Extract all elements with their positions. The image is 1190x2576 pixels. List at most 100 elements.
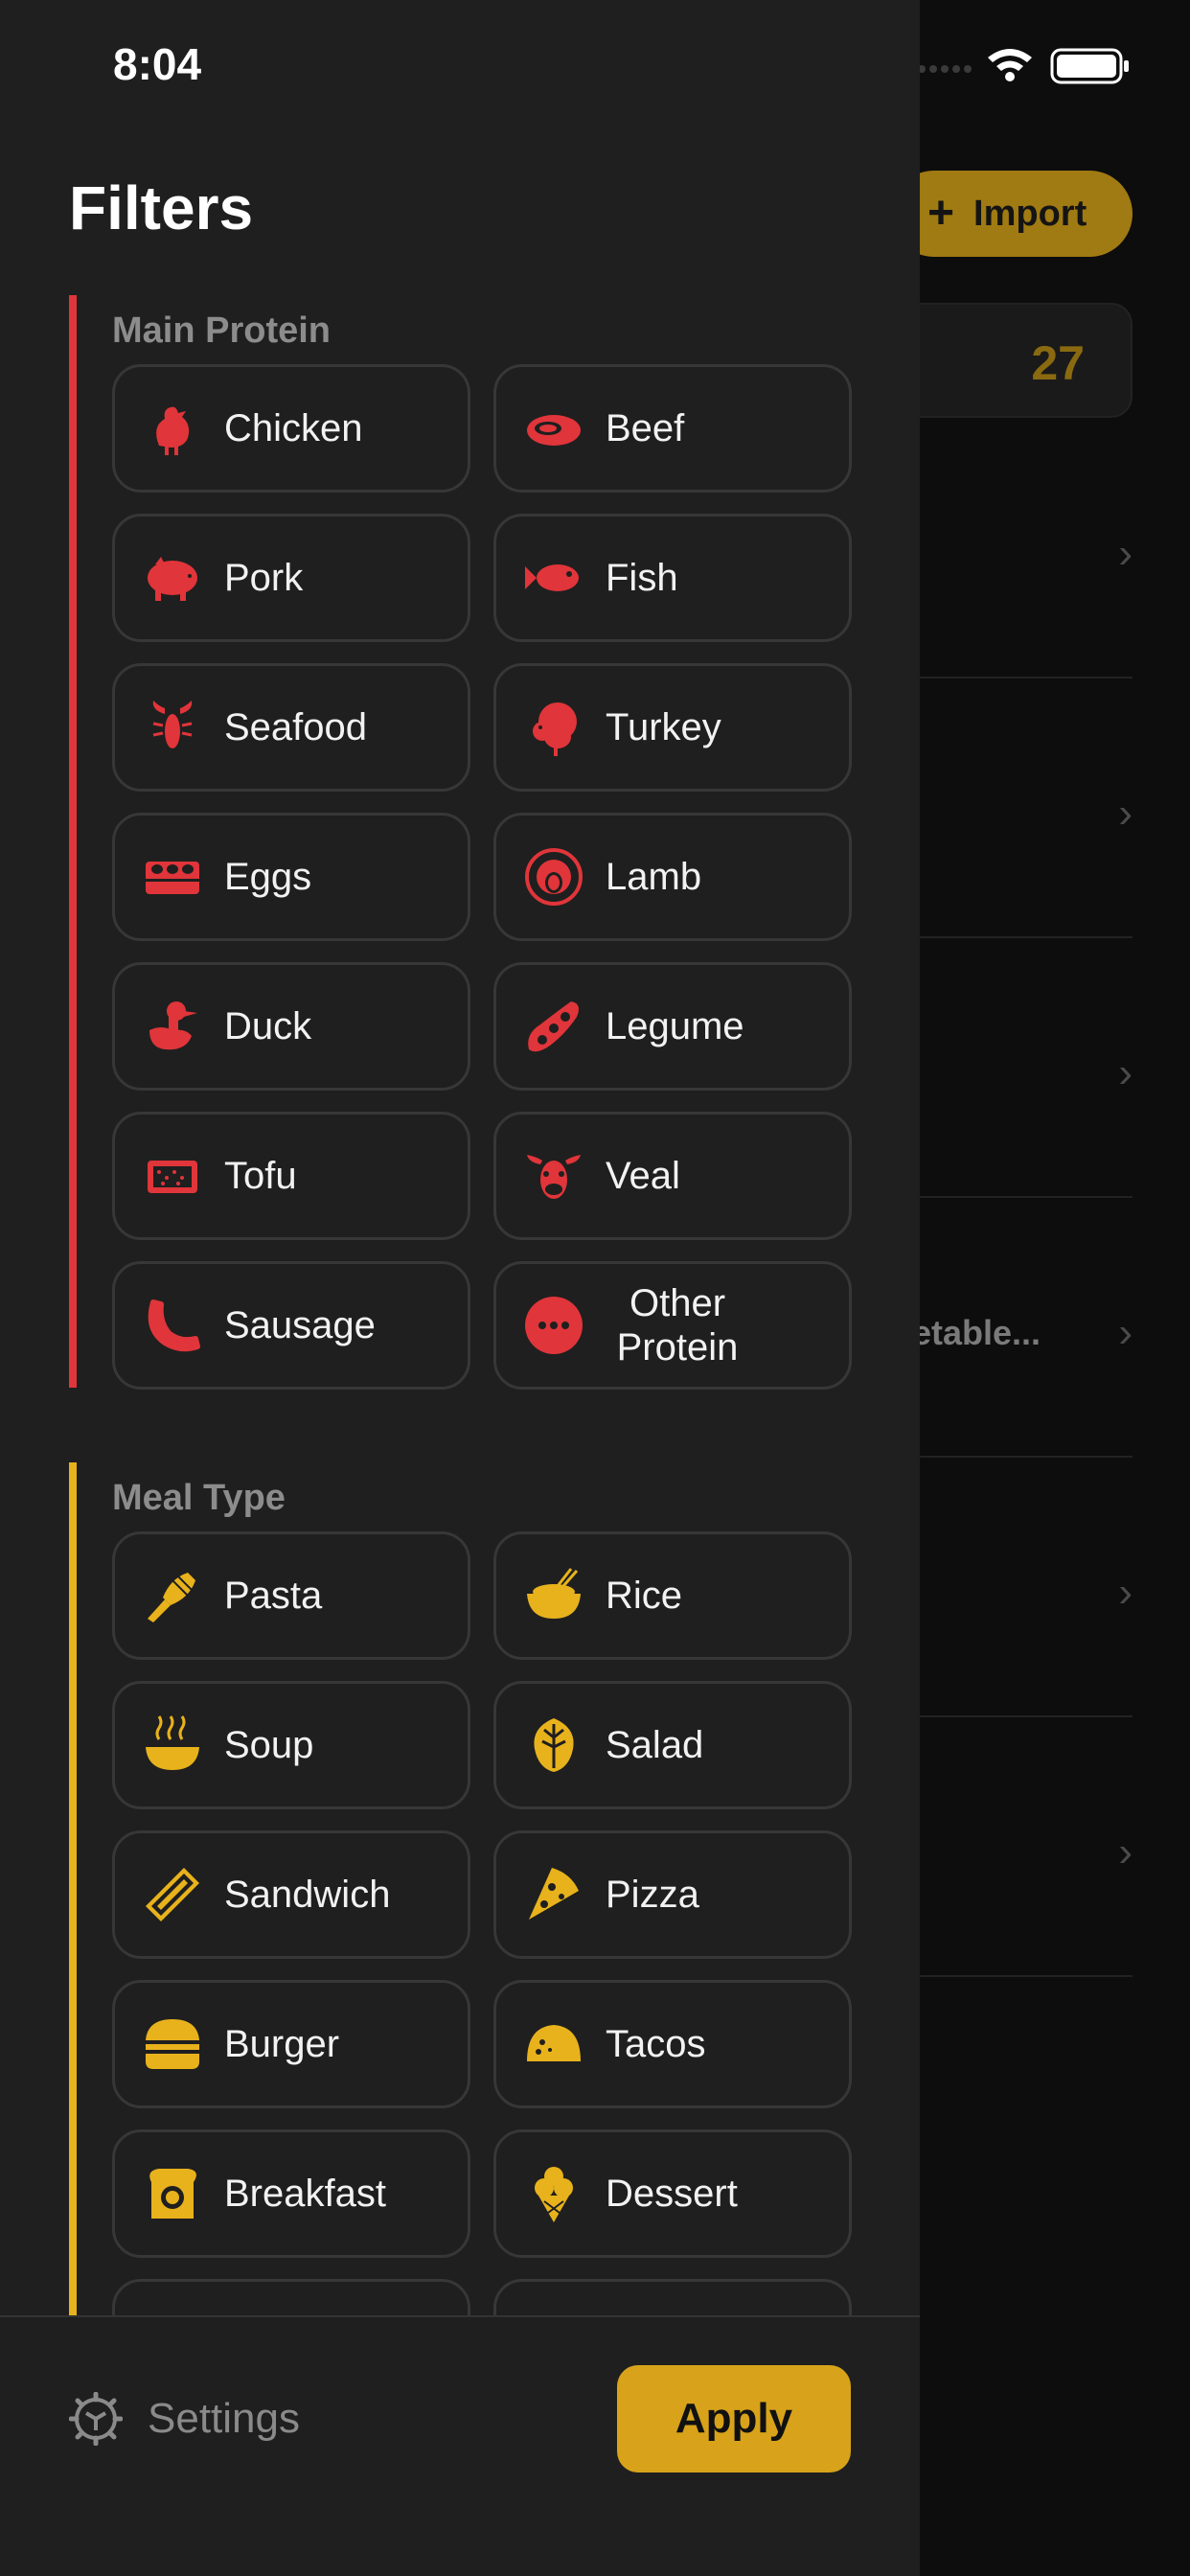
steak-icon <box>523 398 584 459</box>
chevron-right-icon: › <box>1118 790 1133 837</box>
settings-label: Settings <box>148 2395 300 2442</box>
filter-chip-dessert[interactable]: Dessert <box>493 2129 852 2258</box>
filter-chip-fish[interactable]: Fish <box>493 514 852 642</box>
filter-chip[interactable] <box>493 2279 852 2315</box>
page-title: Filters <box>69 173 254 242</box>
filter-chip-tofu[interactable]: Tofu <box>112 1112 470 1240</box>
fish-icon <box>523 547 584 609</box>
more-dots-icon <box>523 1295 584 1356</box>
filter-chip[interactable] <box>112 2279 470 2315</box>
filter-chip-label: Sausage <box>224 1304 376 1346</box>
chevron-right-icon: › <box>1118 1828 1133 1875</box>
filter-chip-label: Dessert <box>606 2173 738 2215</box>
list-item[interactable]: › <box>891 678 1133 938</box>
chicken-icon <box>142 398 203 459</box>
filter-chip-label: Eggs <box>224 856 312 898</box>
filter-chip-seafood[interactable]: Seafood <box>112 663 470 792</box>
filter-chip-label: Rice <box>606 1575 683 1617</box>
filter-chip-breakfast[interactable]: Breakfast <box>112 2129 470 2258</box>
chevron-right-icon: › <box>1118 530 1133 577</box>
section-label: Main Protein <box>112 310 332 351</box>
list-item[interactable]: › <box>891 1717 1133 1977</box>
settings-button[interactable]: Settings <box>69 2392 300 2446</box>
recipe-count-box: 27 <box>891 303 1133 418</box>
filter-chip-duck[interactable]: Duck <box>112 962 470 1091</box>
list-item[interactable]: getable... › <box>891 1198 1133 1458</box>
filter-chip-label: Burger <box>224 2023 340 2065</box>
filter-chip-label: Pork <box>224 557 304 599</box>
filter-chip-label: Legume <box>606 1005 744 1047</box>
filters-drawer: 8:04 Filters Main Protein Meal Type Chic… <box>0 0 920 2576</box>
list-item[interactable]: › <box>891 938 1133 1198</box>
filter-chip-rice[interactable]: Rice <box>493 1531 852 1660</box>
filter-chip-label: Pasta <box>224 1575 323 1617</box>
battery-icon <box>1050 48 1129 84</box>
filter-chip-label: Seafood <box>224 706 368 748</box>
chevron-right-icon: › <box>1118 1049 1133 1096</box>
filter-chip-soup[interactable]: Soup <box>112 1681 470 1809</box>
plus-icon: + <box>927 188 955 239</box>
filter-chip-sandwich[interactable]: Sandwich <box>112 1830 470 1959</box>
filter-chip-label: Veal <box>606 1155 680 1197</box>
recipe-count: 27 <box>1031 336 1085 390</box>
filter-chip-label: Other Protein <box>616 1282 739 1368</box>
filter-chip-label: Lamb <box>606 856 702 898</box>
sandwich-icon <box>142 1864 203 1925</box>
filter-chip-eggs[interactable]: Eggs <box>112 813 470 941</box>
pasta-icon <box>142 1565 203 1626</box>
salad-icon <box>523 1714 584 1776</box>
list-item[interactable]: › <box>891 419 1133 678</box>
status-icons <box>918 48 1129 84</box>
egg-carton-icon <box>142 846 203 908</box>
tofu-icon <box>142 1145 203 1207</box>
lobster-icon <box>142 697 203 758</box>
filters-scroll-area[interactable]: Main Protein Meal Type Chicken Beef Pork Fi… <box>0 278 920 2315</box>
filter-chip-beef[interactable]: Beef <box>493 364 852 493</box>
chevron-right-icon: › <box>1118 1309 1133 1356</box>
filter-chip-pizza[interactable]: Pizza <box>493 1830 852 1959</box>
filter-chip-label: Pizza <box>606 1874 699 1916</box>
drawer-footer: Settings Apply <box>0 2315 920 2576</box>
chevron-right-icon: › <box>1118 1569 1133 1616</box>
filter-chip-veal[interactable]: Veal <box>493 1112 852 1240</box>
toast-egg-icon <box>142 2163 203 2224</box>
filter-chip-chicken[interactable]: Chicken <box>112 364 470 493</box>
filter-chip-turkey[interactable]: Turkey <box>493 663 852 792</box>
filter-chip-lamb[interactable]: Lamb <box>493 813 852 941</box>
pig-icon <box>142 547 203 609</box>
filter-chip-label: Tacos <box>606 2023 706 2065</box>
import-button[interactable]: + Import <box>891 171 1133 257</box>
filter-chip-salad[interactable]: Salad <box>493 1681 852 1809</box>
rice-bowl-icon <box>523 1565 584 1626</box>
filter-chip-label: Beef <box>606 407 685 449</box>
apply-button[interactable]: Apply <box>617 2365 851 2472</box>
section-label: Meal Type <box>112 1478 286 1518</box>
filter-chip-label: Sandwich <box>224 1874 391 1916</box>
sausage-icon <box>142 1295 203 1356</box>
filter-chip-legume[interactable]: Legume <box>493 962 852 1091</box>
pizza-icon <box>523 1864 584 1925</box>
section-accent-bar <box>69 295 77 1388</box>
wifi-icon <box>988 49 1032 81</box>
bean-pod-icon <box>523 996 584 1057</box>
filter-chip-other-protein[interactable]: Other Protein <box>493 1261 852 1390</box>
filter-chip-label: Soup <box>224 1724 314 1766</box>
list-item[interactable]: › <box>891 1458 1133 1717</box>
filter-chip-pork[interactable]: Pork <box>112 514 470 642</box>
sheep-icon <box>523 846 584 908</box>
filter-chip-label: Fish <box>606 557 678 599</box>
ice-cream-icon <box>523 2163 584 2224</box>
filter-chip-tacos[interactable]: Tacos <box>493 1980 852 2108</box>
cow-icon <box>523 1145 584 1207</box>
filter-chip-sausage[interactable]: Sausage <box>112 1261 470 1390</box>
filter-chip-burger[interactable]: Burger <box>112 1980 470 2108</box>
filter-chip-label: Salad <box>606 1724 704 1766</box>
filter-chip-label: Tofu <box>224 1155 297 1197</box>
filter-chip-pasta[interactable]: Pasta <box>112 1531 470 1660</box>
turkey-icon <box>523 697 584 758</box>
soup-icon <box>142 1714 203 1776</box>
status-time: 8:04 <box>113 39 202 89</box>
import-label: Import <box>973 193 1087 234</box>
section-accent-bar <box>69 1462 77 2315</box>
filter-chip-label: Breakfast <box>224 2173 386 2215</box>
